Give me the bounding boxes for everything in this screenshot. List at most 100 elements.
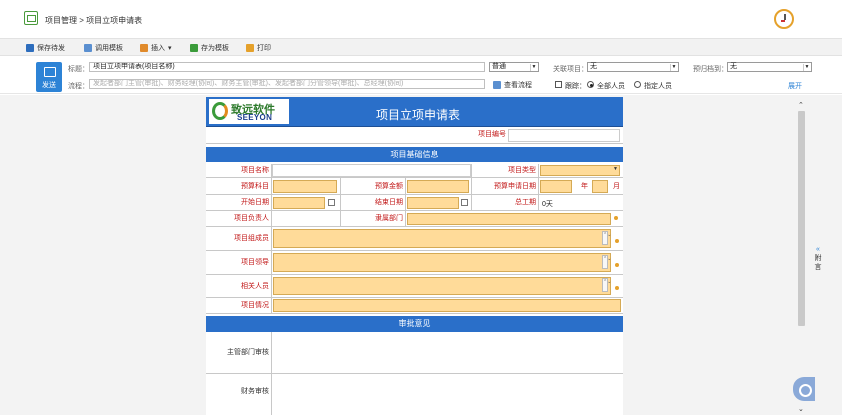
importance-value: 普通 [492,63,506,70]
flow-icon [493,81,501,89]
save-icon [26,44,34,52]
dept-review-opinion[interactable] [273,332,622,373]
form-header: 致远软件 SEEYON 项目立项申请表 [206,97,623,127]
attach-label: 附 [814,255,822,262]
send-button[interactable]: 发送 [36,62,62,92]
archive-label: 预归档到： [693,66,728,73]
calendar-icon[interactable] [328,199,335,206]
budget-amount-input[interactable] [407,180,469,193]
flow-label: 流程： [68,83,89,90]
related-input[interactable] [273,277,611,295]
department-label: 隶属部门 [340,211,406,226]
finance-review-label: 财务审核 [206,374,272,415]
finance-review-opinion[interactable] [273,374,622,415]
logo-mark [212,102,228,120]
breadcrumb: 项目管理 > 项目立项申请表 [45,16,143,25]
person-picker-icon[interactable] [614,286,620,292]
calendar-icon[interactable] [461,199,468,206]
name-row: 项目名称 项目类型 ▼ [206,164,623,178]
members-input[interactable] [273,229,611,248]
save-draft-label: 保存待发 [37,45,65,52]
chevron-down-icon: ▼ [613,166,618,172]
scroll-up-icon[interactable]: ⌃ [798,101,804,109]
save-draft-button[interactable]: 保存待发 [26,43,65,53]
template-call-button[interactable]: 调用模板 [84,43,123,53]
date-row: 开始日期 结束日期 总工期 0天 [206,195,623,211]
approval-section-header: 审批意见 [206,316,623,332]
person-picker-icon[interactable] [614,263,620,269]
start-date-input[interactable] [273,197,325,209]
scroll-arrows-icon[interactable]: ⌃⌄ [602,278,611,292]
project-no-label: 项目编号 [478,131,506,138]
budget-subject-input[interactable] [273,180,337,193]
template-call-label: 调用模板 [95,45,123,52]
scrollbar-thumb[interactable] [798,111,805,326]
flow-input[interactable]: 发起者部门主管(审批)、财务经理(协同)、财务主管(审批)、发起者部门分管领导(… [89,79,485,89]
start-date-label: 开始日期 [206,195,272,210]
expand-link[interactable]: 展开 [788,81,802,91]
all-people-radio[interactable] [587,81,594,88]
title-input[interactable]: 项目立项申请表(项目名称) [89,62,485,72]
situation-row: 项目情况 [206,298,623,314]
print-button[interactable]: 打印 [246,43,271,53]
budget-subject-label: 预算科目 [206,178,272,194]
budget-month-input[interactable] [592,180,608,193]
print-label: 打印 [257,45,271,52]
project-no-row: 项目编号 [206,127,623,144]
person-picker-icon[interactable] [614,239,620,245]
type-select[interactable]: ▼ [540,165,620,176]
scroll-arrows-icon[interactable]: ⌃⌄ [602,231,611,245]
trace-checkbox[interactable] [555,81,562,88]
save-template-icon [190,44,198,52]
budget-year-input[interactable] [540,180,572,193]
lead-label: 项目领导 [206,251,272,274]
print-icon [246,44,254,52]
person-picker-icon[interactable] [613,216,619,222]
members-row: 项目组成员 ⌃⌄ [206,227,623,251]
leader-input[interactable] [272,211,340,226]
situation-input[interactable] [273,299,621,312]
importance-select[interactable]: 普通 ▼ [489,62,539,72]
chevron-down-icon: ▼ [530,64,537,71]
related-row: 相关人员 ⌃⌄ [206,275,623,298]
save-template-button[interactable]: 存为模板 [190,43,229,53]
end-date-input[interactable] [407,197,459,209]
template-icon [84,44,92,52]
scroll-arrows-icon[interactable]: ⌃⌄ [602,255,611,269]
top-bar: 项目管理 > 项目立项申请表 [0,0,842,38]
name-input[interactable] [272,164,471,177]
view-flow-label: 查看流程 [504,82,532,89]
total-days-label: 总工期 [471,195,539,210]
chevron-down-icon: ▼ [670,64,677,71]
finance-review-row: 财务审核 [206,374,623,415]
collapse-icon: « [816,246,820,253]
view-flow-button[interactable]: 查看流程 [493,80,532,90]
voice-helper-icon[interactable] [793,377,815,401]
lead-input[interactable] [273,253,611,272]
end-date-label: 结束日期 [340,195,406,210]
all-people-label: 全部人员 [597,83,625,90]
toolbar: 保存待发 调用模板 插入 ▾ 存为模板 打印 [0,38,842,56]
seeyon-logo: 致远软件 SEEYON [209,99,289,124]
attach-label-2: 言 [814,264,822,271]
chevron-down-icon: ▼ [803,64,810,71]
project-no-input[interactable] [508,129,620,142]
attachment-side-tab[interactable]: « 附 言 [812,245,824,272]
dept-review-label: 主管部门审核 [206,332,272,373]
related-value: 无 [590,63,597,70]
situation-label: 项目情况 [206,298,272,313]
trace-label: 跟踪： [565,83,586,90]
specific-people-radio[interactable] [634,81,641,88]
logo-en: SEEYON [237,113,273,122]
paperclip-icon [140,44,148,52]
save-template-label: 存为模板 [201,45,229,52]
archive-select[interactable]: 无 ▼ [727,62,812,72]
related-select[interactable]: 无 ▼ [587,62,679,72]
dept-review-row: 主管部门审核 [206,332,623,374]
insert-button[interactable]: 插入 ▾ [140,43,172,53]
department-input[interactable] [407,213,611,225]
basic-section-header: 项目基础信息 [206,147,623,162]
leader-label: 项目负责人 [206,211,272,226]
scroll-down-icon[interactable]: ⌄ [798,405,804,413]
clock-icon[interactable] [774,9,794,29]
